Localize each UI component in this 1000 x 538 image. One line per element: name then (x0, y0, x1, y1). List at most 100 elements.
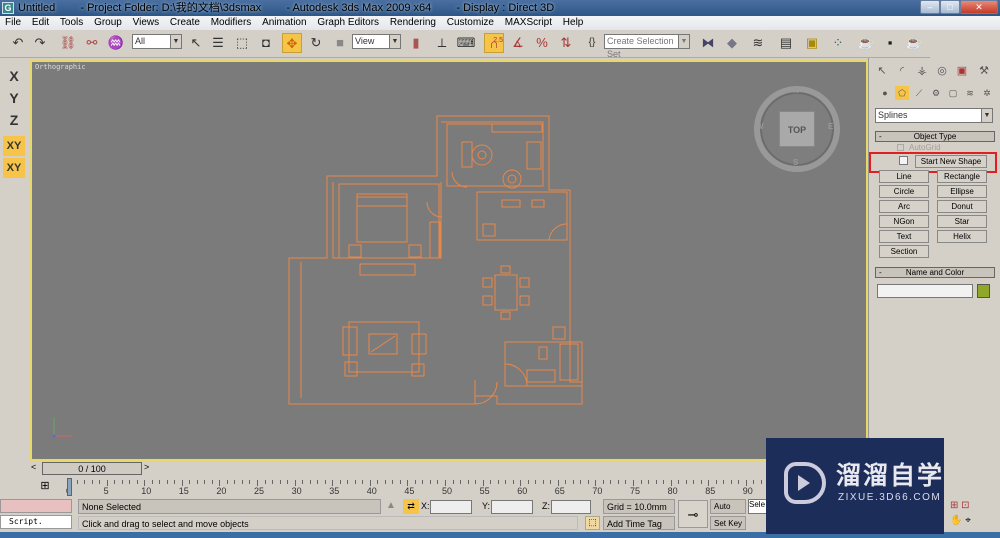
select-and-move-icon[interactable]: ✥ (282, 33, 302, 53)
constrain-xy-cycle-button[interactable]: XY (3, 158, 25, 178)
layer-manager-icon[interactable]: ≋ (748, 33, 768, 53)
arc-button[interactable]: Arc (879, 200, 929, 213)
selection-filter-dropdown[interactable]: All ▼ (132, 34, 182, 49)
menu-file[interactable]: File (5, 17, 21, 28)
render-setup-icon[interactable]: ☕ (856, 33, 876, 53)
text-button[interactable]: Text (879, 230, 929, 243)
zoom-extents-icon[interactable]: ⊞ ⊡ (950, 500, 970, 511)
unlink-icon[interactable]: ⚯ (82, 33, 102, 53)
lock-selection-icon[interactable]: ▲ (386, 500, 396, 511)
maxscript-mini-listener[interactable]: Script. (0, 515, 72, 529)
donut-button[interactable]: Donut (937, 200, 987, 213)
compass-west[interactable]: W (756, 122, 764, 131)
utilities-tab-icon[interactable]: ⚒ (975, 62, 993, 80)
next-frame-button[interactable]: > (144, 462, 154, 475)
start-new-shape-button[interactable]: Start New Shape (915, 155, 987, 168)
ngon-button[interactable]: NGon (879, 215, 929, 228)
compass-east[interactable]: E (828, 122, 833, 131)
undo-icon[interactable]: ↶ (8, 33, 28, 53)
schematic-view-icon[interactable]: ▣ (802, 33, 822, 53)
menu-modifiers[interactable]: Modifiers (211, 17, 252, 28)
absolute-mode-transform-icon[interactable]: ⇄ (403, 499, 419, 514)
constrain-y-button[interactable]: Y (3, 88, 25, 108)
hierarchy-tab-icon[interactable]: ⚶ (913, 62, 931, 80)
star-button[interactable]: Star (937, 215, 987, 228)
menu-create[interactable]: Create (170, 17, 200, 28)
bind-space-warp-icon[interactable]: ♒ (106, 33, 126, 53)
auto-key-button[interactable]: Auto Key (710, 499, 746, 525)
rectangular-selection-icon[interactable]: ⬚ (232, 33, 252, 53)
align-icon[interactable]: ◆ (722, 33, 742, 53)
viewport-label[interactable]: Orthographic (35, 63, 86, 71)
menu-tools[interactable]: Tools (60, 17, 83, 28)
select-and-scale-icon[interactable]: ■ (330, 33, 350, 53)
cameras-category-icon[interactable]: ⚙ (929, 86, 943, 100)
spacewarps-category-icon[interactable]: ≋ (963, 86, 977, 100)
trackbar[interactable]: 051015202530354045505560657075808590 (30, 477, 870, 497)
helix-button[interactable]: Helix (937, 230, 987, 243)
modify-tab-icon[interactable]: ◜ (893, 62, 911, 80)
object-type-rollout-header[interactable]: - Object Type (875, 131, 995, 142)
z-coordinate-input[interactable] (551, 500, 591, 514)
maximize-button[interactable]: □ (940, 0, 960, 14)
pivot-center-icon[interactable]: ▮ (406, 33, 426, 53)
link-icon[interactable]: ⛓ (58, 33, 78, 53)
menu-views[interactable]: Views (133, 17, 160, 28)
viewport-orthographic[interactable]: Orthographic N S E W TOP (30, 60, 868, 461)
select-object-icon[interactable]: ↖ (186, 33, 206, 53)
menu-maxscript[interactable]: MAXScript (505, 17, 552, 28)
geometry-category-icon[interactable]: ● (878, 86, 892, 100)
menu-animation[interactable]: Animation (262, 17, 306, 28)
shape-category-dropdown[interactable]: Splines ▼ (875, 108, 993, 123)
spinner-snap-icon[interactable]: ⇅ (556, 33, 576, 53)
create-tab-icon[interactable]: ↖ (873, 62, 891, 80)
set-key-button[interactable]: Set Key (710, 516, 746, 530)
y-coordinate-input[interactable] (491, 500, 533, 514)
redo-icon[interactable]: ↷ (30, 33, 50, 53)
display-tab-icon[interactable]: ▣ (953, 62, 971, 80)
keyboard-shortcut-icon[interactable]: ⌨ (456, 33, 476, 53)
motion-tab-icon[interactable]: ◎ (933, 62, 951, 80)
mirror-icon[interactable]: ⧓ (698, 33, 718, 53)
menu-rendering[interactable]: Rendering (390, 17, 436, 28)
menu-edit[interactable]: Edit (32, 17, 49, 28)
reference-coordinate-dropdown[interactable]: View ▼ (352, 34, 401, 49)
constrain-z-button[interactable]: Z (3, 110, 25, 130)
maxscript-listener-pink[interactable] (0, 499, 72, 513)
x-coordinate-input[interactable] (430, 500, 472, 514)
name-color-rollout-header[interactable]: - Name and Color (875, 267, 995, 278)
material-editor-icon[interactable]: ⁘ (828, 33, 848, 53)
add-time-tag-button[interactable]: Add Time Tag (603, 516, 675, 530)
circle-button[interactable]: Circle (879, 185, 929, 198)
shapes-category-icon[interactable]: ⬠ (895, 86, 909, 100)
floor-plan[interactable] (287, 112, 587, 412)
time-tag-icon[interactable]: ⬚ (585, 516, 600, 530)
object-name-input[interactable] (877, 284, 973, 298)
set-keys-button[interactable]: ⊸ (678, 500, 708, 528)
rectangle-button[interactable]: Rectangle (937, 170, 987, 183)
angle-snap-icon[interactable]: ∡ (508, 33, 528, 53)
minimize-button[interactable]: – (920, 0, 940, 14)
lights-category-icon[interactable]: ⟋ (912, 86, 926, 100)
viewcube-top-face[interactable]: TOP (779, 111, 815, 147)
menu-customize[interactable]: Customize (447, 17, 494, 28)
constrain-x-button[interactable]: X (3, 66, 25, 86)
pan-view-icon[interactable]: ✋ ⌖ (950, 515, 971, 526)
window-crossing-icon[interactable]: ◘ (256, 33, 276, 53)
select-manipulate-icon[interactable]: ⟂ (432, 33, 452, 53)
snaps-toggle-icon[interactable]: ∩ 2.5 (484, 33, 504, 53)
quick-render-icon[interactable]: ☕ (904, 33, 924, 53)
rendered-frame-window-icon[interactable]: ▪ (880, 33, 900, 53)
select-and-rotate-icon[interactable]: ↻ (306, 33, 326, 53)
helpers-category-icon[interactable]: ▢ (946, 86, 960, 100)
key-filter-dropdown[interactable]: Sele (748, 499, 768, 514)
object-color-swatch[interactable] (977, 284, 990, 298)
viewcube[interactable]: N S E W TOP (754, 86, 840, 172)
time-slider[interactable]: < 0 / 100 > (30, 461, 868, 476)
percent-snap-icon[interactable]: % (532, 33, 552, 53)
menu-group[interactable]: Group (94, 17, 122, 28)
section-button[interactable]: Section (879, 245, 929, 258)
select-by-name-icon[interactable]: ☰ (208, 33, 228, 53)
autogrid-checkbox[interactable] (897, 144, 904, 151)
menu-graph-editors[interactable]: Graph Editors (317, 17, 379, 28)
